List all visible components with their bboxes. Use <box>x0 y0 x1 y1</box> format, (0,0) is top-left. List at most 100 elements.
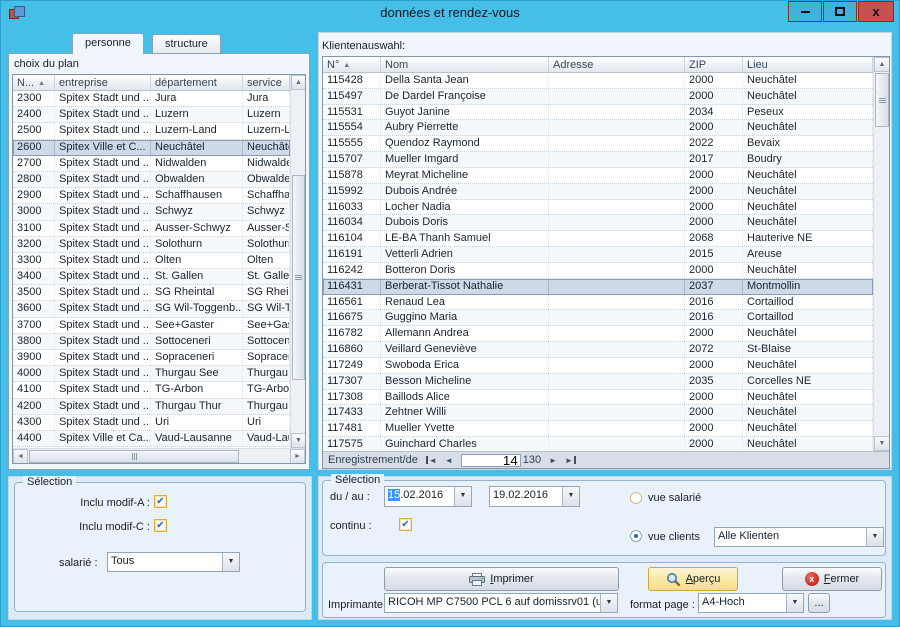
column-header-no[interactable]: N°▲ <box>323 57 381 73</box>
table-cell: Aubry Pierrette <box>381 120 549 135</box>
salarie-select[interactable]: Tous ▼ <box>107 552 240 572</box>
table-row[interactable]: 3200Spitex Stadt und ...SolothurnSolothu… <box>13 237 290 253</box>
date-to-picker[interactable]: 19.02.2016 ▼ <box>489 486 580 507</box>
scroll-down-icon[interactable]: ▼ <box>874 436 890 451</box>
table-row[interactable]: 115707Mueller Imgard2017Boudry <box>323 152 873 168</box>
plan-table-hscrollbar[interactable]: ◄ ► <box>13 448 305 463</box>
table-row[interactable]: 4400Spitex Ville et Ca...Vaud-LausanneVa… <box>13 431 290 447</box>
tab-personne[interactable]: personne <box>72 33 144 54</box>
column-header-lieu[interactable]: Lieu <box>743 57 873 73</box>
plan-table-vscrollbar[interactable]: ▲ ▼ <box>290 75 305 448</box>
column-header-service[interactable]: service <box>243 75 290 91</box>
table-row[interactable]: 116033Locher Nadia2000Neuchâtel <box>323 200 873 216</box>
vue-salarie-radio[interactable] <box>630 492 642 504</box>
table-row[interactable]: 116104LE-BA Thanh Samuel2068Hauterive NE <box>323 231 873 247</box>
vue-clients-radio[interactable] <box>630 530 642 542</box>
table-row[interactable]: 3100Spitex Stadt und ...Ausser-SchwyzAus… <box>13 221 290 237</box>
previous-record-button[interactable]: ◄ <box>445 456 453 465</box>
maximize-button[interactable] <box>823 1 857 22</box>
format-page-select[interactable]: A4-Hoch ▼ <box>698 593 804 613</box>
table-row[interactable]: 115497De Dardel Françoise2000Neuchâtel <box>323 89 873 105</box>
chevron-down-icon[interactable]: ▼ <box>600 594 617 612</box>
table-row[interactable]: 115531Guyot Janine2034Peseux <box>323 105 873 121</box>
format-more-button[interactable]: ... <box>808 593 830 613</box>
scroll-down-icon[interactable]: ▼ <box>291 433 306 448</box>
chevron-down-icon[interactable]: ▼ <box>562 487 579 506</box>
table-row[interactable]: 3700Spitex Stadt und ...See+GasterSee+Ga… <box>13 318 290 334</box>
scroll-up-icon[interactable]: ▲ <box>874 57 890 72</box>
table-row[interactable]: 115992Dubois Andrée2000Neuchâtel <box>323 184 873 200</box>
scroll-right-icon[interactable]: ► <box>290 449 305 464</box>
table-row[interactable]: 4100Spitex Stadt und ...TG-ArbonTG-Arbon <box>13 382 290 398</box>
column-header-adresse[interactable]: Adresse <box>549 57 685 73</box>
last-record-button[interactable]: ► <box>565 456 576 465</box>
scroll-up-icon[interactable]: ▲ <box>291 75 306 90</box>
table-row[interactable]: 116675Guggino Maria2016Cortaillod <box>323 310 873 326</box>
table-row[interactable]: 3500Spitex Stadt und ...SG RheintalSG Rh… <box>13 285 290 301</box>
table-row[interactable]: 3300Spitex Stadt und ...OltenOlten <box>13 253 290 269</box>
table-cell: Spitex Stadt und ... <box>55 269 151 284</box>
table-row[interactable]: 115555Quendoz Raymond2022Bevaix <box>323 136 873 152</box>
table-row[interactable]: 116191Vetterli Adrien2015Areuse <box>323 247 873 263</box>
table-row[interactable]: 3000Spitex Stadt und ...SchwyzSchwyz <box>13 204 290 220</box>
table-row[interactable]: 2300Spitex Stadt und ...JuraJura <box>13 91 290 107</box>
tab-structure[interactable]: structure <box>152 34 221 54</box>
minimize-button[interactable] <box>788 1 822 22</box>
fermer-button[interactable]: x Fermer <box>782 567 882 591</box>
table-row[interactable]: 3900Spitex Stadt und ...SopraceneriSopra… <box>13 350 290 366</box>
scroll-left-icon[interactable]: ◄ <box>13 449 28 464</box>
table-row[interactable]: 116860Veillard Geneviève2072St-Blaise <box>323 342 873 358</box>
klienten-vscroll-thumb[interactable] <box>875 73 889 127</box>
table-row[interactable]: 115554Aubry Pierrette2000Neuchâtel <box>323 120 873 136</box>
column-header-entreprise[interactable]: entreprise <box>55 75 151 91</box>
table-row[interactable]: 4200Spitex Stadt und ...Thurgau ThurThur… <box>13 399 290 415</box>
apercu-button[interactable]: Aperçu <box>648 567 738 591</box>
record-position-input[interactable] <box>461 454 521 467</box>
table-row[interactable]: 2600Spitex Ville et C...NeuchâtelNeuchât… <box>13 140 290 156</box>
imprimante-select[interactable]: RICOH MP C7500 PCL 6 auf domissrv01 (um … <box>384 593 618 613</box>
klienten-table-vscrollbar[interactable]: ▲ ▼ <box>873 57 889 451</box>
chevron-down-icon[interactable]: ▼ <box>222 553 239 571</box>
table-row[interactable]: 116034Dubois Doris2000Neuchâtel <box>323 215 873 231</box>
table-row[interactable]: 3600Spitex Stadt und ...SG Wil-Toggenb..… <box>13 301 290 317</box>
table-row[interactable]: 117481Mueller Yvette2000Neuchâtel <box>323 421 873 437</box>
table-row[interactable]: 3800Spitex Stadt und ...SottoceneriSotto… <box>13 334 290 350</box>
next-record-button[interactable]: ► <box>549 456 557 465</box>
chevron-down-icon[interactable]: ▼ <box>454 487 471 506</box>
table-row[interactable]: 2900Spitex Stadt und ...SchaffhausenScha… <box>13 188 290 204</box>
table-row[interactable]: 115878Meyrat Micheline2000Neuchâtel <box>323 168 873 184</box>
plan-vscroll-thumb[interactable] <box>292 175 305 380</box>
column-header-departement[interactable]: département <box>151 75 243 91</box>
modif-a-checkbox[interactable]: ✔ <box>154 495 167 508</box>
close-button[interactable]: x <box>858 1 894 22</box>
table-row[interactable]: 116242Botteron Doris2000Neuchâtel <box>323 263 873 279</box>
modif-c-checkbox[interactable]: ✔ <box>154 519 167 532</box>
table-row[interactable]: 2500Spitex Stadt und ...Luzern-LandLuzer… <box>13 123 290 139</box>
table-row[interactable]: 2700Spitex Stadt und ...NidwaldenNidwald… <box>13 156 290 172</box>
table-row[interactable]: 115428Della Santa Jean2000Neuchâtel <box>323 73 873 89</box>
column-header-nom[interactable]: Nom <box>381 57 549 73</box>
table-row[interactable]: 3400Spitex Stadt und ...St. GallenSt. Ga… <box>13 269 290 285</box>
table-row[interactable]: 117308Baillods Alice2000Neuchâtel <box>323 390 873 406</box>
clients-filter-select[interactable]: Alle Klienten ▼ <box>714 527 884 547</box>
column-header-n[interactable]: N...▲ <box>13 75 55 91</box>
table-row[interactable]: 117575Guinchard Charles2000Neuchâtel <box>323 437 873 451</box>
table-row[interactable]: 117433Zehtner Willi2000Neuchâtel <box>323 405 873 421</box>
chevron-down-icon[interactable]: ▼ <box>866 528 883 546</box>
table-row[interactable]: 2400Spitex Stadt und ...LuzernLuzern <box>13 107 290 123</box>
table-row[interactable]: 116561Renaud Lea2016Cortaillod <box>323 295 873 311</box>
continu-checkbox[interactable]: ✔ <box>399 518 412 531</box>
column-header-zip[interactable]: ZIP <box>685 57 743 73</box>
table-row[interactable]: 116782Allemann Andrea2000Neuchâtel <box>323 326 873 342</box>
table-row[interactable]: 116431Berberat-Tissot Nathalie2037Montmo… <box>323 279 873 295</box>
first-record-button[interactable]: ◄ <box>426 456 437 465</box>
table-row[interactable]: 117249Swoboda Erica2000Neuchâtel <box>323 358 873 374</box>
table-row[interactable]: 2800Spitex Stadt und ...ObwaldenObwalden <box>13 172 290 188</box>
imprimer-button[interactable]: Imprimer <box>384 567 619 591</box>
table-row[interactable]: 4300Spitex Stadt und ...UriUri <box>13 415 290 431</box>
date-from-picker[interactable]: 15.02.2016 ▼ <box>384 486 472 507</box>
chevron-down-icon[interactable]: ▼ <box>786 594 803 612</box>
table-row[interactable]: 4000Spitex Stadt und ...Thurgau SeeThurg… <box>13 366 290 382</box>
table-row[interactable]: 117307Besson Micheline2035Corcelles NE <box>323 374 873 390</box>
plan-hscroll-thumb[interactable] <box>29 450 239 463</box>
